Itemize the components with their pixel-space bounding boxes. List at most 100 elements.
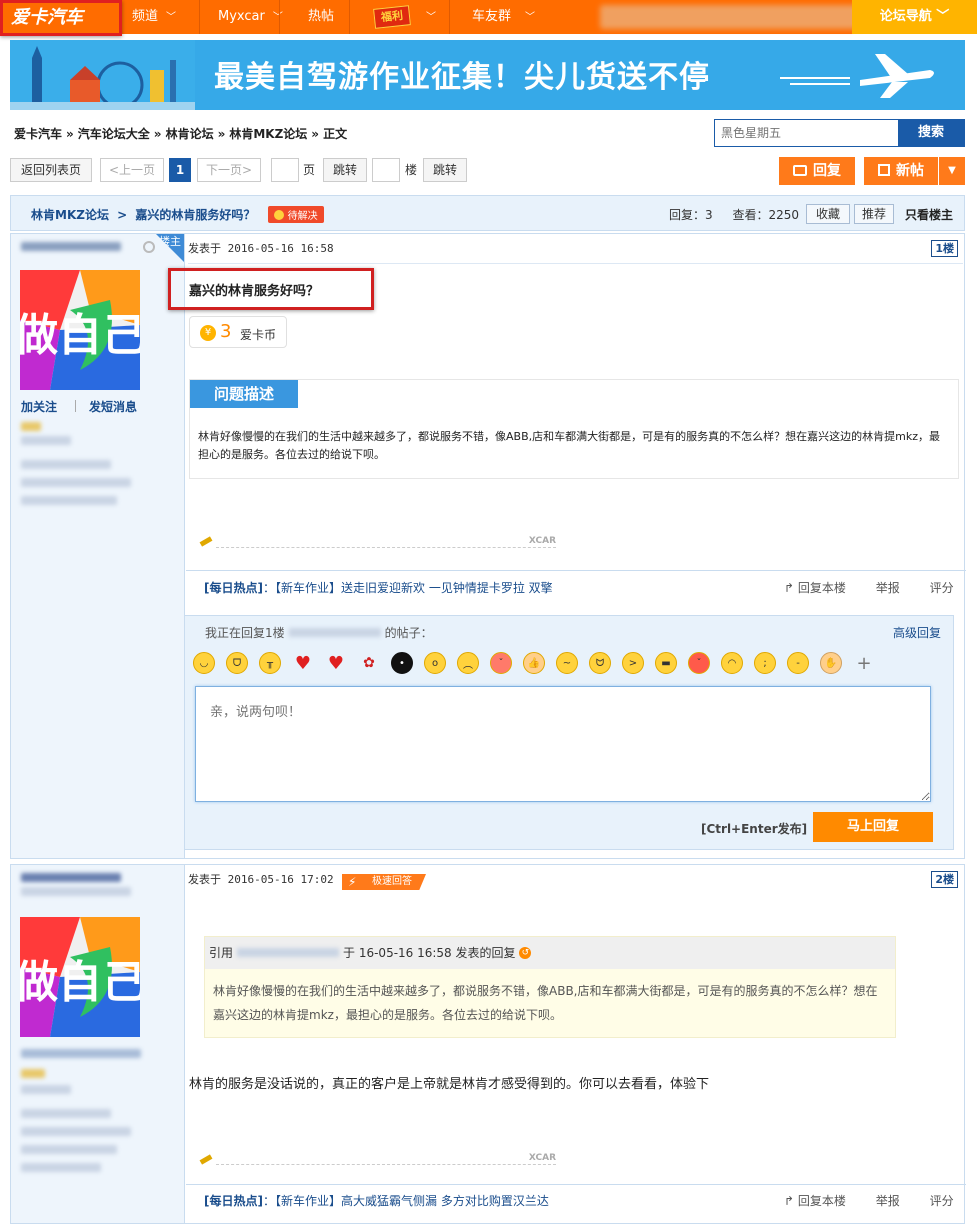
user-info-blurred: [600, 5, 860, 29]
report-link[interactable]: 举报: [876, 581, 900, 595]
nav-car-group[interactable]: 车友群 ﹀: [449, 0, 559, 34]
forum-link[interactable]: 林肯MKZ论坛: [31, 208, 109, 222]
username-blurred: [237, 948, 340, 957]
nav-myxcar-label: Myxcar: [218, 9, 265, 24]
cry-emoji-icon[interactable]: ╥: [259, 652, 281, 674]
hot-link[interactable]: 【新车作业】送走旧爱迎新欢 一见钟情提卡罗拉 双擎: [275, 581, 553, 595]
promo-banner[interactable]: 最美自驾游作业征集！尖儿货送不停: [10, 40, 965, 110]
hot-link[interactable]: 【新车作业】高大威猛霸气侧漏 多方对比购置汉兰达: [275, 1194, 549, 1208]
next-page-button[interactable]: 下一页>: [197, 158, 261, 182]
floor-number[interactable]: 2楼: [931, 871, 958, 888]
xcar-logo[interactable]: 爱卡汽车: [0, 0, 122, 36]
breadcrumb-item-forums[interactable]: 汽车论坛大全: [78, 127, 150, 141]
user-title-blurred: [21, 887, 131, 896]
thread-header: 林肯MKZ论坛 > 嘉兴的林肯服务好吗？ 待解决 回复：3 查看：2250 收藏…: [10, 195, 965, 231]
nav-channel[interactable]: 频道 ﹀: [119, 0, 199, 34]
signature-divider: XCAR: [216, 1153, 556, 1165]
search-button[interactable]: 搜索: [898, 120, 964, 146]
username-blurred: [21, 242, 121, 251]
daily-hot[interactable]: [每日热点]：【新车作业】送走旧爱迎新欢 一见钟情提卡罗拉 双擎: [204, 579, 553, 596]
new-post-dropdown-button[interactable]: ▼: [939, 157, 965, 185]
advanced-reply-link[interactable]: 高级回复: [893, 624, 941, 641]
heart-icon[interactable]: ♥: [292, 652, 314, 674]
only-op-link[interactable]: 只看楼主: [905, 206, 953, 223]
back-to-list-button[interactable]: 返回列表页: [10, 158, 92, 182]
angry-emoji-icon[interactable]: ˇ: [490, 652, 512, 674]
floor-number-input[interactable]: [372, 158, 400, 182]
search-input[interactable]: [715, 120, 898, 146]
rate-link[interactable]: 评分: [930, 1194, 954, 1208]
squint-emoji-icon[interactable]: >: [622, 652, 644, 674]
new-post-button[interactable]: 新帖: [864, 157, 938, 185]
shock-emoji-icon[interactable]: o: [424, 652, 446, 674]
thumbs-up-icon[interactable]: 👍: [523, 652, 545, 674]
submit-reply-button[interactable]: 马上回复: [813, 812, 933, 842]
follow-link[interactable]: 加关注: [21, 398, 57, 415]
forum-nav-button[interactable]: 论坛导航 ﹀: [852, 0, 977, 34]
breadcrumb-item-xcar[interactable]: 爱卡汽车: [14, 127, 62, 141]
shy-emoji-icon[interactable]: ◠: [721, 652, 743, 674]
quick-reply-box: 我正在回复1楼 的帖子： 高级回复 ◡ ᗜ ╥ ♥ ♥ ✿ • o ︵ ˇ 👍 ~…: [184, 615, 954, 850]
description-header: 问题描述: [190, 380, 298, 408]
emoji-bar: ◡ ᗜ ╥ ♥ ♥ ✿ • o ︵ ˇ 👍 ~ ᗢ > ▬ ˇ ◠ ; - ✋ …: [193, 652, 875, 674]
replies-label: 回复：: [669, 208, 706, 222]
jump-page-button[interactable]: 跳转: [323, 158, 367, 182]
smile-emoji-icon[interactable]: ◡: [193, 652, 215, 674]
thread-sep: >: [117, 208, 128, 222]
reply-text: 林肯的服务是没话说的，真正的客户是上帝就是林肯才感受得到的。你可以去看看，体验下: [189, 1077, 710, 1092]
rose-icon[interactable]: ✿: [358, 652, 380, 674]
breadcrumb-item-lincoln[interactable]: 林肯论坛: [166, 127, 214, 141]
jump-floor-button[interactable]: 跳转: [423, 158, 467, 182]
nav-hot[interactable]: 热帖: [279, 0, 349, 34]
reply-textarea[interactable]: [195, 686, 931, 802]
page-number-input[interactable]: [271, 158, 299, 182]
floor-number[interactable]: 1楼: [931, 240, 958, 257]
coin-amount: 3: [220, 321, 232, 342]
nav-channel-label: 频道: [132, 9, 159, 24]
rate-link[interactable]: 评分: [930, 581, 954, 595]
reply-this-floor[interactable]: 回复本楼: [798, 581, 846, 595]
favorite-button[interactable]: 收藏: [806, 204, 850, 224]
recommend-button[interactable]: 推荐: [854, 204, 894, 224]
status-badge-label: 待解决: [287, 211, 318, 222]
worried-emoji-icon[interactable]: ~: [556, 652, 578, 674]
daily-hot[interactable]: [每日热点]：【新车作业】高大威猛霸气侧漏 多方对比购置汉兰达: [204, 1192, 549, 1209]
laugh-emoji-icon[interactable]: ᗜ: [226, 652, 248, 674]
avatar[interactable]: 做自己: [20, 917, 140, 1037]
grin-emoji-icon[interactable]: ᗢ: [589, 652, 611, 674]
reply-this-floor[interactable]: 回复本楼: [798, 1194, 846, 1208]
handshake-icon[interactable]: ✋: [820, 652, 842, 674]
quote-prefix: 引用: [209, 946, 234, 960]
page-1-button[interactable]: 1: [169, 158, 191, 182]
hot-divider: [186, 570, 966, 571]
mad-emoji-icon[interactable]: ˇ: [688, 652, 710, 674]
replying-suffix: 的帖子：: [384, 626, 433, 640]
cool-emoji-icon[interactable]: ▬: [655, 652, 677, 674]
reply-button[interactable]: 回复: [779, 157, 855, 185]
avatar[interactable]: 做自己: [20, 270, 140, 390]
breadcrumb-item-mkz[interactable]: 林肯MKZ论坛: [229, 127, 307, 141]
nav-myxcar[interactable]: Myxcar ﹀: [199, 0, 283, 34]
wink-emoji-icon[interactable]: ;: [754, 652, 776, 674]
broken-heart-icon[interactable]: ♥: [325, 652, 347, 674]
stat-blurred: [21, 1163, 101, 1172]
send-message-link[interactable]: 发短消息: [89, 398, 137, 415]
coin-label: 爱卡币: [240, 328, 277, 342]
reply-button-label: 回复: [813, 163, 841, 179]
pencil-icon: [199, 536, 213, 547]
reply-arrow-icon: ↱: [784, 1194, 795, 1208]
more-emoji-icon[interactable]: +: [853, 652, 875, 674]
coin-icon: ¥: [200, 325, 216, 341]
sweat-emoji-icon[interactable]: -: [787, 652, 809, 674]
prev-page-button[interactable]: <上一页: [100, 158, 164, 182]
go-to-quote-icon[interactable]: ↺: [519, 947, 532, 959]
quote-header: 引用 于 16-05-16 16:58 发表的回复 ↺: [205, 937, 895, 969]
runner-icon: ⚡: [348, 875, 357, 889]
stat-blurred: [21, 1127, 131, 1136]
nav-welfare[interactable]: 福利 ﹀: [349, 0, 449, 34]
panda-emoji-icon[interactable]: •: [391, 652, 413, 674]
hot-label: [每日热点]: [204, 1194, 263, 1208]
sad-emoji-icon[interactable]: ︵: [457, 652, 479, 674]
report-link[interactable]: 举报: [876, 1194, 900, 1208]
post-meta: 发表于 2016-05-16 17:02: [188, 865, 963, 895]
